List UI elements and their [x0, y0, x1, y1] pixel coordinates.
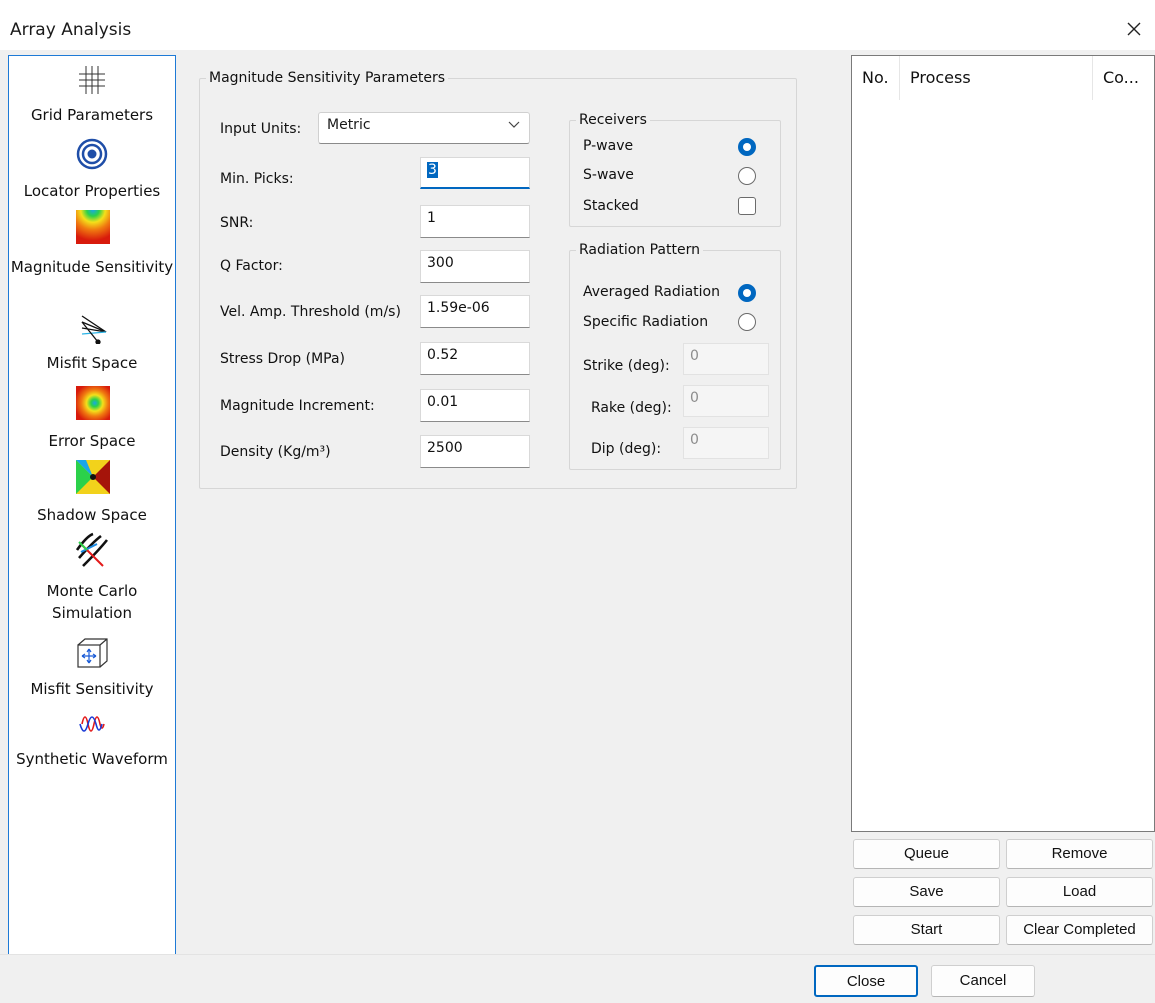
- vel-amp-threshold-input[interactable]: 1.59e-06: [420, 295, 530, 328]
- column-header-process[interactable]: Process: [900, 56, 1093, 100]
- cancel-button[interactable]: Cancel: [931, 965, 1035, 997]
- parameters-panel: Magnitude Sensitivity Parameters Input U…: [178, 55, 848, 954]
- cube-arrows-icon: [74, 636, 110, 672]
- ray-paths-icon: [76, 312, 108, 345]
- close-button[interactable]: Close: [814, 965, 918, 997]
- clear-completed-button[interactable]: Clear Completed: [1006, 915, 1153, 945]
- input-units-label: Input Units:: [220, 121, 302, 137]
- load-button[interactable]: Load: [1006, 877, 1153, 907]
- title-bar: [0, 0, 1155, 50]
- sidebar-item-label: Locator Properties: [23, 182, 161, 200]
- remove-button[interactable]: Remove: [1006, 839, 1153, 869]
- error-ellipse-icon: [76, 386, 110, 420]
- stress-drop-input[interactable]: 0.52: [420, 342, 530, 375]
- magnitude-increment-input[interactable]: 0.01: [420, 389, 530, 422]
- column-header-no[interactable]: No.: [852, 56, 900, 100]
- sidebar-item-misfit-sensitivity[interactable]: Misfit Sensitivity: [9, 636, 175, 702]
- q-factor-input[interactable]: 300: [420, 250, 530, 283]
- target-icon: [76, 138, 108, 170]
- sidebar-item-synthetic-waveform[interactable]: Synthetic Waveform: [9, 708, 175, 774]
- sidebar-item-label: Grid Parameters: [30, 106, 154, 124]
- specific-radiation-radio[interactable]: [738, 313, 756, 331]
- sidebar-item-misfit-space[interactable]: Misfit Space: [9, 312, 175, 376]
- stacked-label: Stacked: [583, 198, 639, 214]
- density-label: Density (Kg/m³): [220, 444, 331, 460]
- window-title: Array Analysis: [10, 20, 132, 40]
- waveform-icon: [76, 708, 108, 740]
- swave-label: S-wave: [583, 167, 634, 183]
- grid-icon: [76, 64, 108, 96]
- sidebar-item-label: Monte Carlo Simulation: [46, 582, 138, 622]
- radiation-legend: Radiation Pattern: [579, 242, 700, 258]
- sidebar-item-grid-parameters[interactable]: Grid Parameters: [9, 64, 175, 134]
- dip-input[interactable]: 0: [683, 427, 769, 459]
- rake-input[interactable]: 0: [683, 385, 769, 417]
- process-queue-list[interactable]: No. Process Co...: [851, 55, 1155, 832]
- sidebar-item-label: Synthetic Waveform: [16, 750, 168, 768]
- magnitude-increment-label: Magnitude Increment:: [220, 398, 375, 414]
- queue-button[interactable]: Queue: [853, 839, 1000, 869]
- dip-label: Dip (deg):: [591, 441, 662, 457]
- stress-drop-label: Stress Drop (MPa): [220, 351, 346, 367]
- save-button[interactable]: Save: [853, 877, 1000, 907]
- swave-radio[interactable]: [738, 167, 756, 185]
- column-header-completed[interactable]: Co...: [1093, 56, 1154, 100]
- chevron-down-icon: [507, 117, 521, 135]
- sidebar-item-magnitude-sensitivity[interactable]: Magnitude Sensitivity: [9, 210, 175, 302]
- heatmap-icon: [76, 210, 110, 244]
- input-units-value: Metric: [327, 117, 371, 133]
- start-button[interactable]: Start: [853, 915, 1000, 945]
- density-input[interactable]: 2500: [420, 435, 530, 468]
- vel-amp-threshold-label: Vel. Amp. Threshold (m/s): [220, 304, 401, 320]
- sidebar-item-shadow-space[interactable]: Shadow Space: [9, 460, 175, 526]
- sidebar-item-label: Error Space: [48, 432, 136, 450]
- min-picks-label: Min. Picks:: [220, 171, 294, 187]
- shadow-wedge-icon: [76, 460, 110, 494]
- min-picks-input[interactable]: 3: [420, 157, 530, 189]
- rake-label: Rake (deg):: [591, 400, 672, 416]
- sidebar-item-error-space[interactable]: Error Space: [9, 386, 175, 450]
- strike-label: Strike (deg):: [583, 358, 670, 374]
- sidebar-item-label: Magnitude Sensitivity: [10, 258, 174, 276]
- pwave-label: P-wave: [583, 138, 634, 154]
- averaged-radiation-radio[interactable]: [738, 284, 756, 302]
- sidebar-item-label: Misfit Space: [46, 354, 138, 372]
- q-factor-label: Q Factor:: [220, 258, 283, 274]
- input-units-select[interactable]: Metric: [318, 112, 530, 144]
- stacked-checkbox[interactable]: [738, 197, 756, 215]
- sidebar-item-monte-carlo[interactable]: Monte Carlo Simulation: [9, 532, 175, 624]
- sidebar-item-label: Shadow Space: [37, 506, 147, 524]
- close-window-icon[interactable]: [1122, 17, 1146, 41]
- pwave-radio[interactable]: [738, 138, 756, 156]
- snr-input[interactable]: 1: [420, 205, 530, 238]
- sidebar: Grid Parameters Locator Properties Magni…: [8, 55, 176, 956]
- strike-input[interactable]: 0: [683, 343, 769, 375]
- specific-radiation-label: Specific Radiation: [583, 314, 709, 330]
- receivers-legend: Receivers: [579, 112, 647, 128]
- sidebar-item-locator-properties[interactable]: Locator Properties: [9, 136, 175, 206]
- wavefront-icon: [73, 532, 111, 570]
- group-legend: Magnitude Sensitivity Parameters: [209, 70, 446, 86]
- averaged-radiation-label: Averaged Radiation: [583, 284, 720, 300]
- sidebar-item-label: Misfit Sensitivity: [30, 680, 154, 698]
- snr-label: SNR:: [220, 215, 254, 231]
